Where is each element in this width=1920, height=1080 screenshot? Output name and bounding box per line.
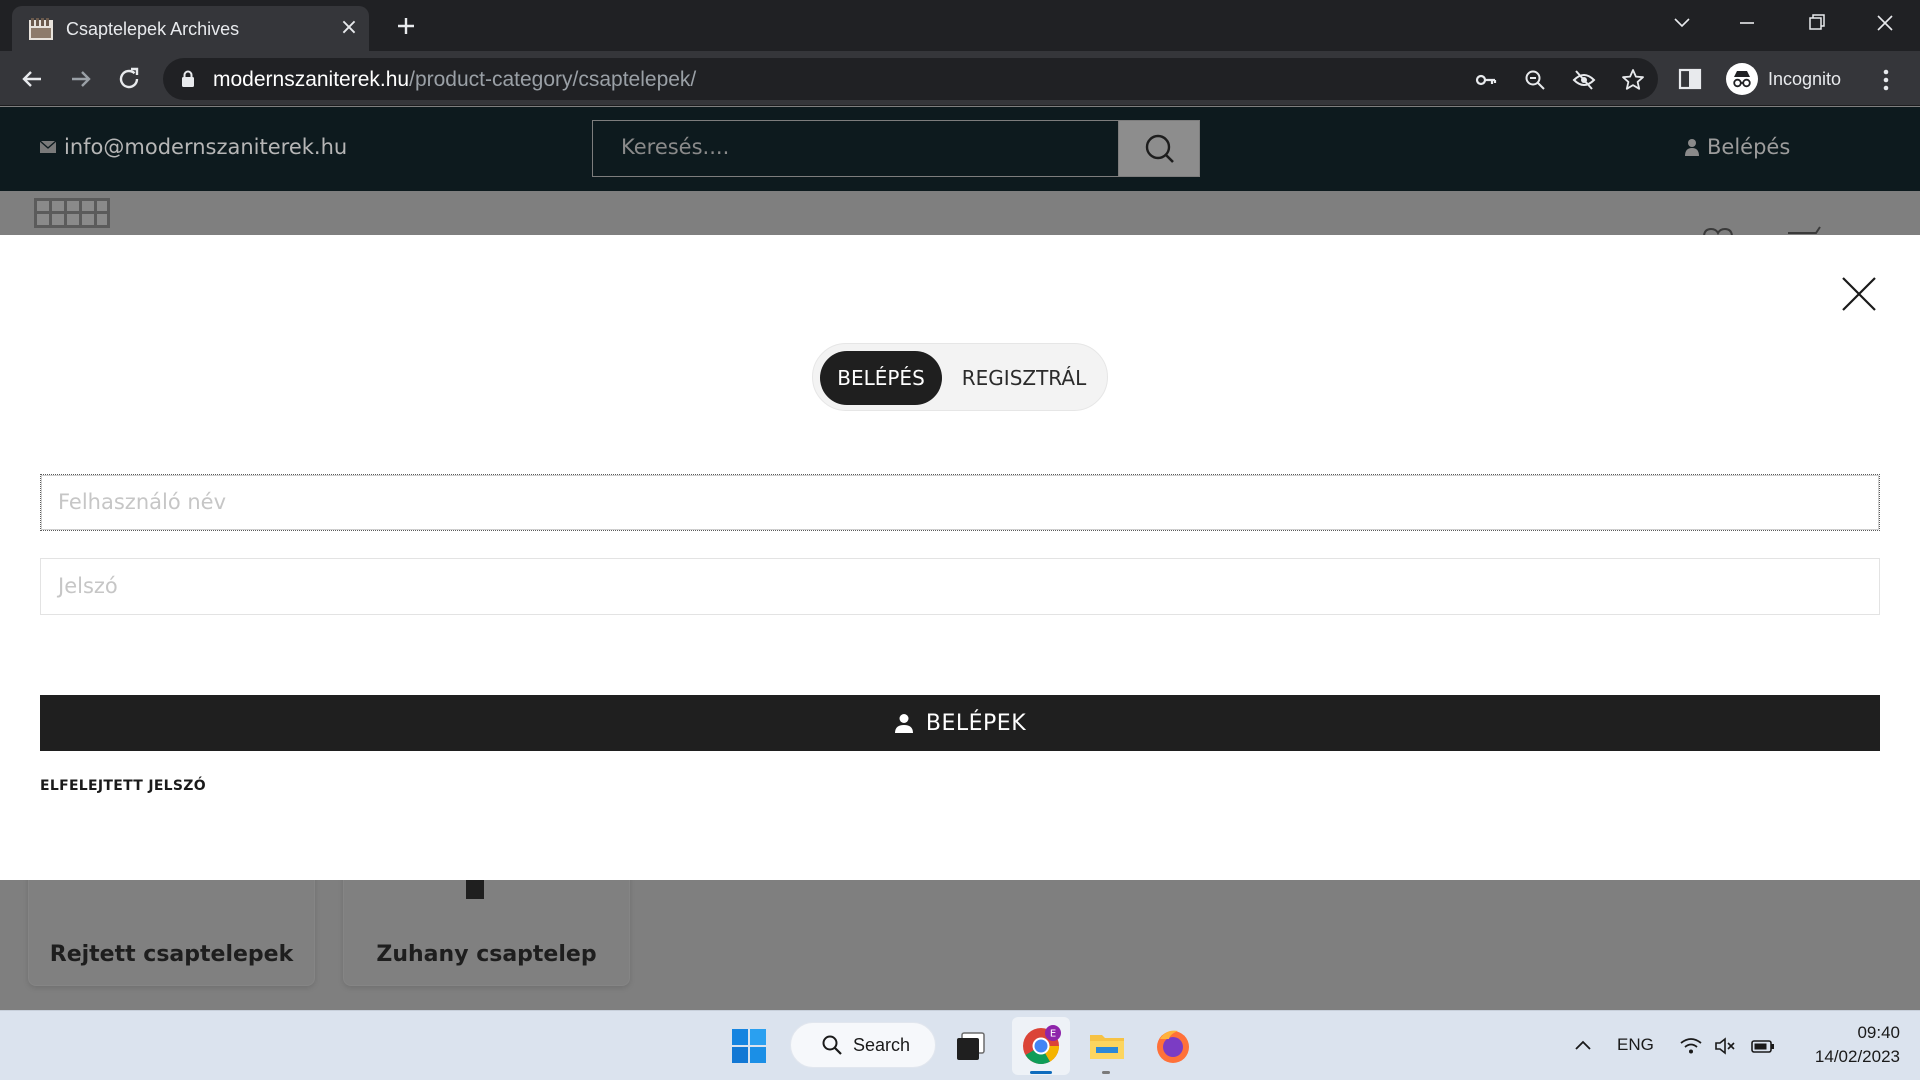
browser-menu-icon[interactable]: [1876, 65, 1896, 95]
taskbar-search-label: Search: [853, 1034, 911, 1055]
category-cards: Rejtett csaptelepek Zuhany csaptelep: [0, 860, 1920, 1010]
incognito-profile-button[interactable]: Incognito: [1720, 59, 1855, 99]
username-placeholder: Felhasználó név: [58, 490, 227, 514]
windows-start-icon[interactable]: [728, 1025, 770, 1067]
site-email-link[interactable]: info@modernszaniterek.hu: [40, 135, 347, 159]
firefox-icon[interactable]: [1152, 1025, 1194, 1067]
minimize-icon[interactable]: [1727, 8, 1767, 38]
close-icon[interactable]: [1840, 275, 1878, 313]
clock-time: 09:40: [1857, 1023, 1900, 1042]
password-field[interactable]: Jelszó: [40, 558, 1880, 615]
forward-arrow-icon[interactable]: [65, 63, 97, 95]
password-placeholder: Jelszó: [58, 574, 118, 598]
mail-icon: [40, 141, 56, 153]
site-email-text: info@modernszaniterek.hu: [64, 135, 348, 159]
site-login-link[interactable]: Belépés: [1685, 135, 1790, 159]
site-logo[interactable]: [34, 198, 110, 228]
login-modal: BELÉPÉS REGISZTRÁL Felhasználó név Jelsz…: [0, 235, 1920, 880]
login-register-toggle: BELÉPÉS REGISZTRÁL: [812, 343, 1108, 411]
battery-icon[interactable]: [1750, 1033, 1776, 1059]
explorer-running-indicator: [1102, 1071, 1110, 1074]
site-search-placeholder: Keresés....: [621, 135, 730, 159]
chrome-profile-badge: E: [1050, 1029, 1056, 1040]
url-path: /product-category/csaptelepek/: [409, 68, 697, 91]
zoom-out-icon[interactable]: [1522, 67, 1548, 93]
site-login-text: Belépés: [1707, 135, 1791, 159]
login-submit-label: BELÉPEK: [925, 710, 1027, 736]
browser-tab[interactable]: Csaptelepek Archives ×: [12, 6, 369, 51]
user-icon: [1685, 139, 1699, 156]
category-label: Rejtett csaptelepek: [49, 942, 294, 967]
url-text: modernszaniterek.hu/product-category/csa…: [213, 68, 696, 92]
bookmark-star-icon[interactable]: [1620, 67, 1646, 93]
browser-toolbar: modernszaniterek.hu/product-category/csa…: [0, 51, 1920, 106]
incognito-label: Incognito: [1768, 68, 1842, 89]
restore-icon[interactable]: [1796, 8, 1836, 38]
back-arrow-icon[interactable]: [16, 63, 48, 95]
taskbar-search-button[interactable]: Search: [790, 1022, 936, 1068]
tab-search-chevron-icon[interactable]: [1662, 8, 1702, 38]
incognito-avatar-icon: [1726, 63, 1758, 95]
search-icon: [822, 1035, 842, 1055]
address-bar[interactable]: modernszaniterek.hu/product-category/csa…: [163, 58, 1658, 100]
new-tab-icon[interactable]: [390, 10, 422, 42]
search-icon: [1145, 134, 1174, 163]
wishlist-heart-icon[interactable]: [1700, 227, 1736, 235]
site-favicon-icon: [29, 18, 53, 40]
browser-tab-strip: Csaptelepek Archives ×: [0, 0, 1920, 51]
site-header: [0, 191, 1920, 235]
file-explorer-icon[interactable]: [1086, 1025, 1128, 1067]
site-search-input[interactable]: Keresés....: [592, 120, 1119, 177]
reload-icon[interactable]: [113, 63, 145, 95]
clock[interactable]: 09:40 14/02/2023: [1800, 1021, 1900, 1069]
url-host: modernszaniterek.hu: [213, 68, 410, 91]
chrome-running-indicator: [1030, 1071, 1052, 1074]
wifi-icon[interactable]: [1678, 1033, 1704, 1059]
site-search-button[interactable]: [1118, 120, 1200, 177]
cart-icon[interactable]: [1786, 225, 1826, 235]
tab-title: Csaptelepek Archives: [66, 19, 240, 39]
window-close-icon[interactable]: [1865, 8, 1905, 38]
site-topbar: info@modernszaniterek.hu Keresés.... Bel…: [0, 107, 1920, 191]
tracking-protection-eye-off-icon[interactable]: [1571, 67, 1597, 93]
username-field[interactable]: Felhasználó név: [40, 474, 1880, 531]
login-submit-button[interactable]: BELÉPEK: [40, 695, 1880, 751]
password-key-icon[interactable]: [1473, 67, 1499, 93]
volume-muted-icon[interactable]: [1712, 1033, 1738, 1059]
side-panel-icon[interactable]: [1677, 66, 1703, 92]
forgot-password-link[interactable]: ELFELEJTETT JELSZÓ: [40, 778, 206, 794]
input-language[interactable]: ENG: [1617, 1035, 1654, 1055]
user-icon: [894, 714, 913, 733]
chevron-up-icon[interactable]: [1570, 1033, 1596, 1059]
tab-register[interactable]: REGISZTRÁL: [947, 351, 1101, 405]
tab-close-icon[interactable]: ×: [337, 16, 361, 40]
tab-login[interactable]: BELÉPÉS: [820, 351, 942, 405]
task-view-icon[interactable]: [950, 1025, 992, 1067]
category-label: Zuhany csaptelep: [376, 942, 597, 967]
windows-taskbar: Search E ENG 09:40 14/02/2023: [0, 1010, 1920, 1080]
chrome-icon[interactable]: E: [1020, 1025, 1062, 1067]
clock-date: 14/02/2023: [1814, 1047, 1900, 1066]
lock-icon[interactable]: [180, 70, 196, 88]
